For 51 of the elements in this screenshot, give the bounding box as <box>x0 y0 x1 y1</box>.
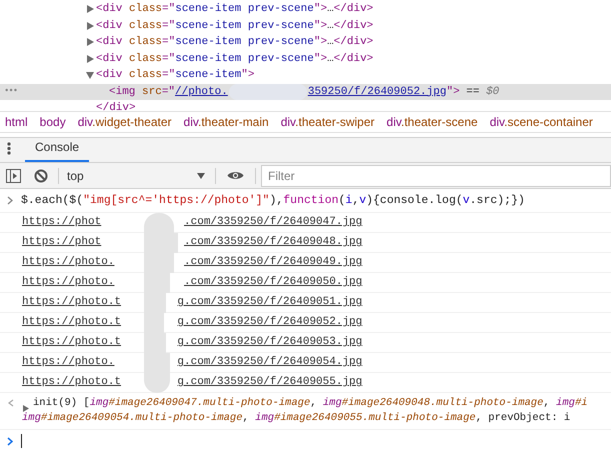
code-line: <div class="scene-item prev-scene">…</div> <box>96 18 374 34</box>
log-link[interactable]: https://photo.t <box>22 334 122 351</box>
result-line: init(9) [img#image26409047.multi-photo-image, img#image26409048.multi-photo-image, img#i <box>33 396 588 411</box>
expand-arrow-icon[interactable] <box>86 38 94 46</box>
expand-arrow-icon[interactable] <box>86 54 94 63</box>
filter-field[interactable]: Filter <box>261 164 611 186</box>
log-link[interactable]: https://photo. <box>22 254 114 271</box>
code-line: <img src="//photo. <box>109 84 228 100</box>
log-link[interactable]: https://phot <box>22 214 102 231</box>
breadcrumb[interactable]: div.theater-main <box>184 113 269 131</box>
more-options-icon[interactable] <box>7 142 11 155</box>
sidebar-toggle-icon[interactable] <box>6 168 21 182</box>
code-line: <div class="scene-item prev-scene">…</div> <box>96 52 374 66</box>
log-link[interactable]: https://photo. <box>22 354 114 371</box>
log-link[interactable]: g.com/3359250/f/26409053.jpg <box>177 334 362 351</box>
log-link[interactable]: .com/3359250/f/26409047.jpg <box>184 214 362 231</box>
log-link[interactable]: g.com/3359250/f/26409051.jpg <box>177 294 362 311</box>
breadcrumb[interactable]: html <box>5 113 28 131</box>
expand-arrow-icon[interactable] <box>86 22 94 30</box>
log-link[interactable]: g.com/3359250/f/26409055.jpg <box>177 374 362 391</box>
log-link[interactable]: https://photo. <box>22 274 114 291</box>
log-link[interactable]: https://phot <box>22 234 102 251</box>
console-input-line: $.each($("img[src^='https://photo']"),function(i,v){console.log(v.src);}) <box>21 192 525 209</box>
log-link[interactable]: g.com/3359250/f/26409052.jpg <box>177 314 362 331</box>
code-line: <div class="scene-item"> <box>96 68 254 83</box>
context-dropdown[interactable]: top <box>67 166 205 184</box>
expand-arrow-icon[interactable] <box>23 405 29 412</box>
prompt-icon <box>7 436 13 446</box>
log-link[interactable]: https://photo.t <box>22 374 122 391</box>
result-line: img#image26409054.multi-photo-image, img#image26409055.multi-photo-image, prevObject: i <box>22 411 570 426</box>
clear-console-icon[interactable] <box>34 168 48 182</box>
expand-arrow-icon[interactable] <box>86 5 94 14</box>
log-link[interactable]: g.com/3359250/f/26409054.jpg <box>177 354 362 371</box>
code-line: <div class="scene-item prev-scene">…</div> <box>96 35 374 50</box>
breadcrumb[interactable]: div.scene-container <box>490 113 593 131</box>
code-line: </div> <box>96 101 136 116</box>
collapse-arrow-icon[interactable] <box>86 72 94 79</box>
breadcrumb[interactable]: div.theater-swiper <box>280 113 375 131</box>
input-prompt-icon <box>7 196 13 205</box>
log-link[interactable]: https://photo.t <box>22 314 122 331</box>
breadcrumb[interactable]: div.theater-scene <box>386 113 478 131</box>
breadcrumb[interactable]: body <box>40 113 66 131</box>
eye-icon[interactable] <box>227 170 244 181</box>
log-link[interactable]: .com/3359250/f/26409048.jpg <box>184 234 362 251</box>
log-link[interactable]: .com/3359250/f/26409050.jpg <box>184 274 362 291</box>
log-link[interactable]: https://photo.t <box>22 294 122 311</box>
code-line: 359250/f/26409052.jpg"> == $0 <box>308 84 500 100</box>
code-line: <div class="scene-item prev-scene">…</div> <box>96 2 374 17</box>
log-link[interactable]: .com/3359250/f/26409049.jpg <box>184 254 362 271</box>
breadcrumb[interactable]: div.widget-theater <box>78 113 172 131</box>
dropdown-caret-icon <box>197 172 205 178</box>
